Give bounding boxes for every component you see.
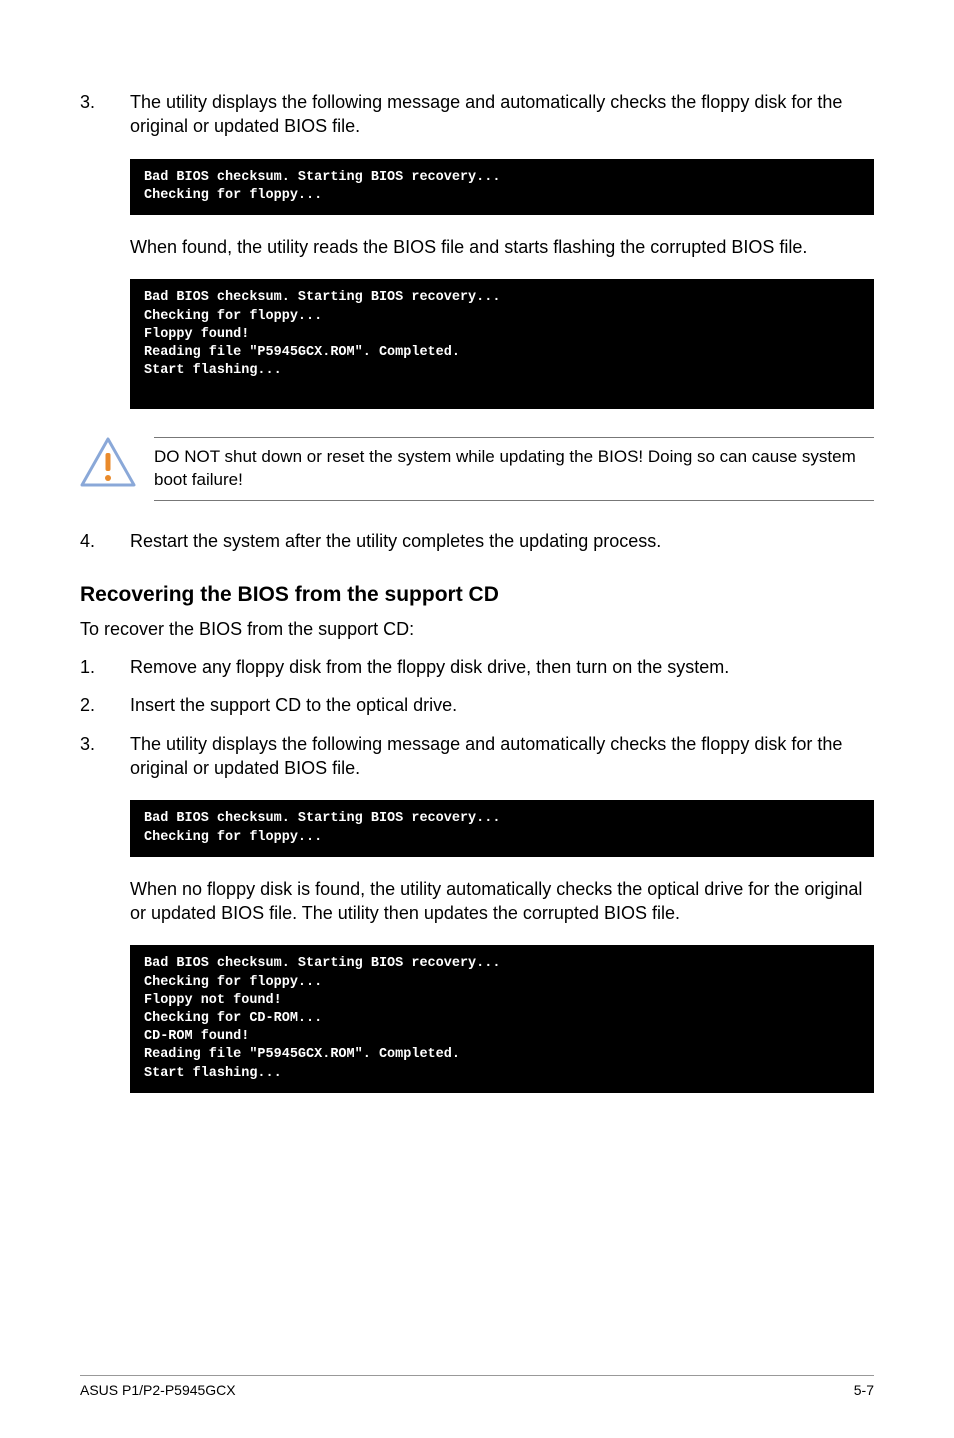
cd-step-2: 2. Insert the support CD to the optical …	[80, 693, 874, 717]
terminal-output-2: Bad BIOS checksum. Starting BIOS recover…	[130, 279, 874, 408]
warning-text: DO NOT shut down or reset the system whi…	[154, 437, 874, 501]
terminal-output-4: Bad BIOS checksum. Starting BIOS recover…	[130, 945, 874, 1093]
document-page: 3. The utility displays the following me…	[0, 0, 954, 1438]
step-number: 4.	[80, 529, 130, 553]
step-text: Insert the support CD to the optical dri…	[130, 693, 874, 717]
step-text: The utility displays the following messa…	[130, 90, 874, 139]
section-heading: Recovering the BIOS from the support CD	[80, 583, 874, 607]
step-number: 2.	[80, 693, 130, 717]
step-3: 3. The utility displays the following me…	[80, 90, 874, 139]
step-number: 3.	[80, 90, 130, 139]
footer-left: ASUS P1/P2-P5945GCX	[80, 1382, 236, 1398]
footer-right: 5-7	[854, 1382, 874, 1398]
paragraph-found: When found, the utility reads the BIOS f…	[130, 235, 874, 259]
cd-step-1: 1. Remove any floppy disk from the flopp…	[80, 655, 874, 679]
step-4: 4. Restart the system after the utility …	[80, 529, 874, 553]
terminal-output-1: Bad BIOS checksum. Starting BIOS recover…	[130, 159, 874, 215]
warning-icon	[80, 437, 136, 489]
paragraph-no-floppy: When no floppy disk is found, the utilit…	[130, 877, 874, 926]
terminal-output-3: Bad BIOS checksum. Starting BIOS recover…	[130, 800, 874, 856]
page-footer: ASUS P1/P2-P5945GCX 5-7	[80, 1375, 874, 1398]
warning-note: DO NOT shut down or reset the system whi…	[80, 437, 874, 501]
step-text: Remove any floppy disk from the floppy d…	[130, 655, 874, 679]
cd-step-3: 3. The utility displays the following me…	[80, 732, 874, 781]
intro-paragraph: To recover the BIOS from the support CD:	[80, 617, 874, 641]
step-number: 1.	[80, 655, 130, 679]
step-text: Restart the system after the utility com…	[130, 529, 874, 553]
step-text: The utility displays the following messa…	[130, 732, 874, 781]
step-number: 3.	[80, 732, 130, 781]
